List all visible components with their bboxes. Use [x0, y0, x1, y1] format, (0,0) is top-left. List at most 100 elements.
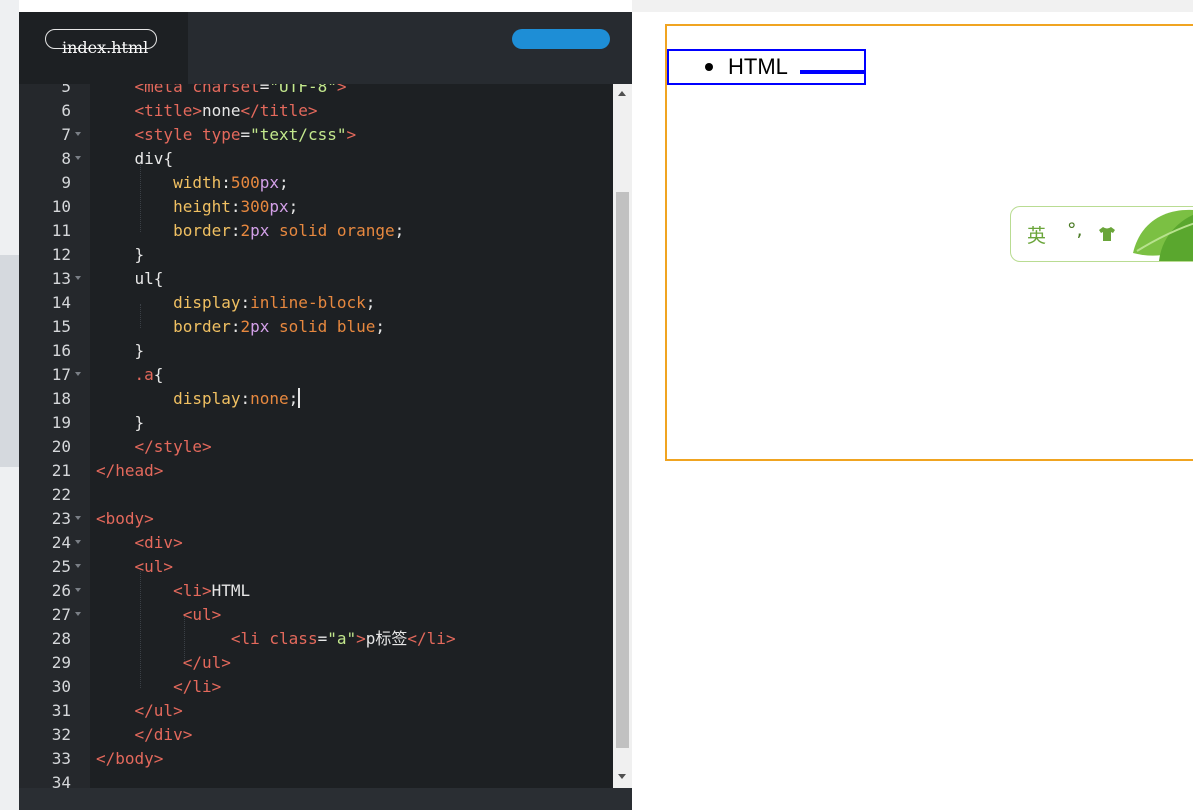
line-number: 22	[51, 485, 71, 504]
code-line[interactable]: 34	[19, 771, 613, 788]
code-text: <ul>	[182, 605, 222, 624]
code-line[interactable]: 33 </body>	[19, 747, 613, 771]
code-line[interactable]: 5 <meta charset="UTF-8">	[19, 84, 613, 99]
ime-mode-toggle[interactable]: 英	[1027, 221, 1046, 248]
code-text: border:2px solid orange;	[173, 221, 405, 240]
bottom-right-button[interactable]	[512, 29, 610, 49]
code-line[interactable]: 17 .a{	[19, 363, 613, 387]
line-number: 18	[51, 389, 71, 408]
code-line[interactable]: 12 }	[19, 243, 613, 267]
preview-list-item: HTML	[728, 54, 788, 79]
code-text: <meta charset="UTF-8">	[134, 84, 347, 96]
code-area[interactable]: 5 <meta charset="UTF-8"> 6 <title>none</t…	[19, 84, 613, 788]
left-panel-handle[interactable]	[0, 255, 19, 467]
code-text: div{	[134, 149, 174, 168]
line-number: 12	[51, 245, 71, 264]
code-line[interactable]: 14 display:inline-block;	[19, 291, 613, 315]
preview-top-band	[632, 0, 1193, 12]
code-line[interactable]: 11 border:2px solid orange;	[19, 219, 613, 243]
line-number: 24	[51, 533, 71, 552]
code-line[interactable]: 24 <div>	[19, 531, 613, 555]
code-line[interactable]: 18 display:none;	[19, 387, 613, 411]
line-number: 25	[51, 557, 71, 576]
line-number: 14	[51, 293, 71, 312]
code-line[interactable]: 31 </ul>	[19, 699, 613, 723]
fold-arrow-icon[interactable]	[75, 564, 81, 568]
line-number: 11	[51, 221, 71, 240]
line-number: 26	[51, 581, 71, 600]
list-bullet	[705, 63, 713, 71]
code-line[interactable]: 29 </ul>	[19, 651, 613, 675]
bottom-left-button[interactable]	[45, 29, 157, 49]
code-text: height:300px;	[173, 197, 299, 216]
line-number: 28	[51, 629, 71, 648]
scroll-up-arrow-icon[interactable]	[618, 91, 626, 96]
code-text: </div>	[134, 725, 193, 744]
fold-arrow-icon[interactable]	[75, 612, 81, 616]
code-line[interactable]: 27 <ul>	[19, 603, 613, 627]
fold-arrow-icon[interactable]	[75, 132, 81, 136]
code-line[interactable]: 22	[19, 483, 613, 507]
code-line[interactable]: 30 </li>	[19, 675, 613, 699]
code-line[interactable]: 10 height:300px;	[19, 195, 613, 219]
code-line[interactable]: 28 <li class="a">p标签</li>	[19, 627, 613, 651]
line-number: 17	[51, 365, 71, 384]
code-text: .a{	[134, 365, 164, 384]
code-line[interactable]: 9 width:500px;	[19, 171, 613, 195]
code-line[interactable]: 7 <style type="text/css">	[19, 123, 613, 147]
code-text: <div>	[134, 533, 183, 552]
line-number: 19	[51, 413, 71, 432]
line-number: 29	[51, 653, 71, 672]
code-text: ul{	[134, 269, 164, 288]
code-line[interactable]: 13 ul{	[19, 267, 613, 291]
code-line[interactable]: 32 </div>	[19, 723, 613, 747]
code-text: </head>	[96, 461, 164, 480]
code-line[interactable]: 15 border:2px solid blue;	[19, 315, 613, 339]
line-number: 16	[51, 341, 71, 360]
leaf-icon	[1133, 209, 1193, 261]
code-text: display:none;	[173, 388, 301, 408]
line-number: 32	[51, 725, 71, 744]
code-text: width:500px;	[173, 173, 289, 192]
scrollbar-thumb[interactable]	[616, 192, 629, 748]
shirt-icon[interactable]	[1097, 224, 1117, 244]
code-text: }	[96, 245, 145, 264]
code-line[interactable]: 23 <body>	[19, 507, 613, 531]
line-number: 31	[51, 701, 71, 720]
editor-scrollbar[interactable]	[613, 84, 632, 788]
line-number: 23	[51, 509, 71, 528]
code-text: <body>	[96, 509, 154, 528]
code-line[interactable]: 19 }	[19, 411, 613, 435]
line-number: 30	[51, 677, 71, 696]
code-text: <li>HTML	[173, 581, 251, 600]
line-number: 15	[51, 317, 71, 336]
code-line[interactable]: 25 <ul>	[19, 555, 613, 579]
ime-toolbar[interactable]: 英 °,	[1010, 206, 1193, 262]
code-line[interactable]: 6 <title>none</title>	[19, 99, 613, 123]
code-text: border:2px solid blue;	[173, 317, 386, 336]
code-line[interactable]: 8 div{	[19, 147, 613, 171]
code-line[interactable]: 16 }	[19, 339, 613, 363]
fold-arrow-icon[interactable]	[75, 516, 81, 520]
preview-inner-ul	[800, 70, 864, 74]
fold-arrow-icon[interactable]	[75, 540, 81, 544]
code-text: </body>	[96, 749, 164, 768]
code-text: <li class="a">p标签</li>	[230, 629, 456, 648]
line-number: 33	[51, 749, 71, 768]
code-line[interactable]: 20 </style>	[19, 435, 613, 459]
code-text: }	[96, 341, 145, 360]
code-line[interactable]: 26 <li>HTML	[19, 579, 613, 603]
line-number: 7	[61, 125, 71, 144]
code-text: }	[96, 413, 145, 432]
code-line[interactable]: 21 </head>	[19, 459, 613, 483]
fold-arrow-icon[interactable]	[75, 156, 81, 160]
line-number: 8	[61, 149, 71, 168]
fold-arrow-icon[interactable]	[75, 588, 81, 592]
line-number: 27	[51, 605, 71, 624]
scroll-down-arrow-icon[interactable]	[618, 774, 626, 779]
fold-arrow-icon[interactable]	[75, 372, 81, 376]
fold-arrow-icon[interactable]	[75, 276, 81, 280]
ime-punctuation-toggle[interactable]: °,	[1067, 219, 1083, 241]
editor-bottom-bar	[19, 788, 632, 810]
code-text: </style>	[134, 437, 212, 456]
